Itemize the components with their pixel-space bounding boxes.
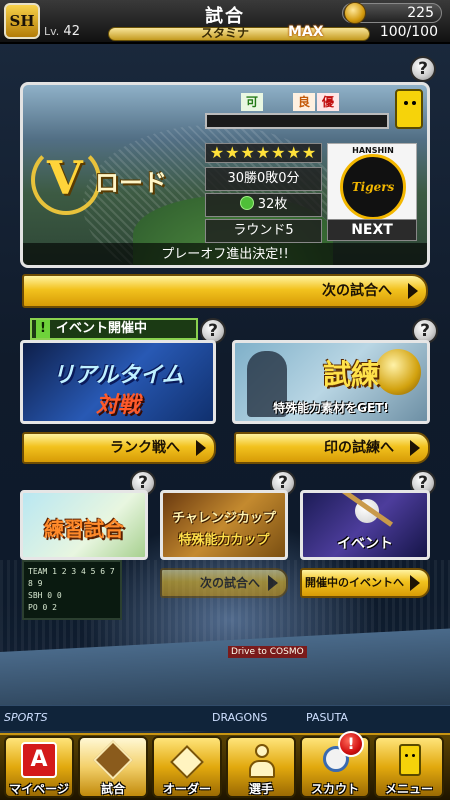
ticket-icon (239, 196, 254, 210)
nav-label: スカウト (310, 782, 359, 796)
nav-label: オーダー (162, 782, 211, 796)
next-opponent-label: NEXT (327, 219, 417, 241)
challenge-subtitle: 特殊能力カップ (178, 533, 270, 548)
nav-label: 試合 (100, 782, 125, 796)
trial-subtitle: 特殊能力素材をGET! (273, 401, 389, 415)
challenge-title: チャレンジカップ (172, 511, 276, 526)
playoff-status: プレーオフ進出決定!! (23, 243, 427, 265)
scoreboard-row: TEAM 1 2 3 4 5 6 7 8 9 (28, 567, 115, 588)
scoreboard: TEAM 1 2 3 4 5 6 7 8 9 SBH 0 0 PO 0 2 (22, 560, 122, 620)
nav-order[interactable]: オーダー (152, 736, 222, 798)
a-badge-icon: A (21, 742, 57, 778)
stamina-count: 100/100 (379, 24, 438, 40)
star-rating: ★★★★★★★ (205, 143, 322, 163)
challenge-cup-card[interactable]: チャレンジカップ 特殊能力カップ (160, 490, 288, 560)
event-title: イベント (337, 536, 393, 552)
event-card[interactable]: イベント (300, 490, 430, 560)
stamina-label: スタミナ (200, 26, 249, 40)
round-label: ラウンド5 (205, 219, 322, 243)
trial-card[interactable]: 試練 特殊能力素材をGET! (232, 340, 430, 424)
event-active-tag: ! イベント開催中 (30, 318, 198, 340)
rank-battle-button[interactable]: ランク戦へ (22, 432, 216, 464)
nav-players[interactable]: 選手 (226, 736, 296, 798)
ticket-count-value: 32枚 (257, 197, 288, 212)
rank-battle-button-label: ランク戦へ (110, 440, 180, 456)
ticket-count: 32枚 (205, 193, 322, 217)
next-game-button[interactable]: 次の試合へ (22, 274, 428, 308)
arrow-right-icon (410, 440, 420, 456)
scoreboard-row: SBH 0 0 (28, 591, 62, 600)
field-icon (93, 740, 133, 780)
win-loss-record: 30勝0敗0分 (205, 167, 322, 191)
practice-title: 練習試合 (44, 517, 124, 541)
nav-menu[interactable]: メニュー (374, 736, 444, 798)
team-city: HANSHIN (352, 146, 394, 155)
coin-count: 225 (407, 5, 434, 21)
trial-button[interactable]: 印の試練へ (234, 432, 430, 464)
team-name: Tigers (351, 180, 395, 194)
active-events-button-label: 開催中のイベントへ (305, 576, 404, 589)
flag-good: 可 (241, 93, 263, 111)
player-icon (243, 742, 279, 778)
realtime-subtitle: 対戦 (95, 393, 140, 418)
mascot-icon (391, 742, 427, 778)
vroad-logo-text: ロード (95, 169, 167, 197)
wall-sign: PASUTA (306, 711, 348, 724)
exclamation-icon: ! (36, 320, 50, 338)
diamond-icon (169, 742, 205, 779)
vroad-logo: V ロード (31, 145, 201, 215)
scoreboard-row: PO 0 2 (28, 603, 57, 612)
challenge-next-button-label: 次の試合へ (199, 576, 260, 590)
progress-bar (205, 113, 389, 129)
mascot-icon (395, 89, 423, 129)
practice-match-card[interactable]: 練習試合 (20, 490, 148, 560)
nav-mypage[interactable]: A マイページ (4, 736, 74, 798)
nav-match[interactable]: 試合 (78, 736, 148, 798)
trial-button-label: 印の試練へ (324, 440, 394, 456)
flag-excellent: 優 (317, 93, 339, 111)
help-icon[interactable]: ? (410, 56, 436, 82)
flag-great: 良 (293, 93, 315, 111)
challenge-next-button[interactable]: 次の試合へ (160, 568, 288, 598)
nav-label: 選手 (248, 782, 273, 796)
outfield-wall: SPORTS DRAGONS PASUTA (0, 705, 450, 731)
team-logo[interactable]: SH (4, 3, 40, 39)
vroad-panel[interactable]: V ロード 可 良 優 ★★★★★★★ 30勝0敗0分 32枚 ラウンド5 HA… (20, 82, 430, 268)
level-value: 42 (63, 24, 80, 39)
nav-label: マイページ (9, 782, 69, 796)
wall-sign: DRAGONS (212, 711, 268, 724)
active-events-button[interactable]: 開催中のイベントへ (300, 568, 430, 598)
stadium-ad: Drive to COSMO (228, 646, 307, 658)
wall-sign: SPORTS (4, 711, 48, 724)
event-active-label: イベント開催中 (56, 321, 148, 336)
next-game-button-label: 次の試合へ (322, 283, 392, 299)
evaluation-flags: 可 良 優 (241, 93, 361, 113)
arrow-right-icon (268, 575, 278, 591)
arrow-right-icon (196, 440, 206, 456)
nav-label: メニュー (384, 782, 433, 796)
realtime-title: リアルタイム (52, 363, 184, 388)
level-prefix: Lv. (44, 25, 60, 38)
vroad-logo-letter: V (47, 151, 83, 205)
trial-title: 試練 (322, 358, 379, 391)
realtime-battle-card[interactable]: リアルタイム 対戦 (20, 340, 216, 424)
stamina-max-label: MAX (288, 24, 324, 40)
notification-badge: ! (338, 731, 364, 757)
arrow-right-icon (408, 283, 418, 299)
player-level: Lv. 42 (44, 24, 80, 39)
arrow-right-icon (410, 575, 420, 591)
coin-icon (344, 2, 366, 24)
